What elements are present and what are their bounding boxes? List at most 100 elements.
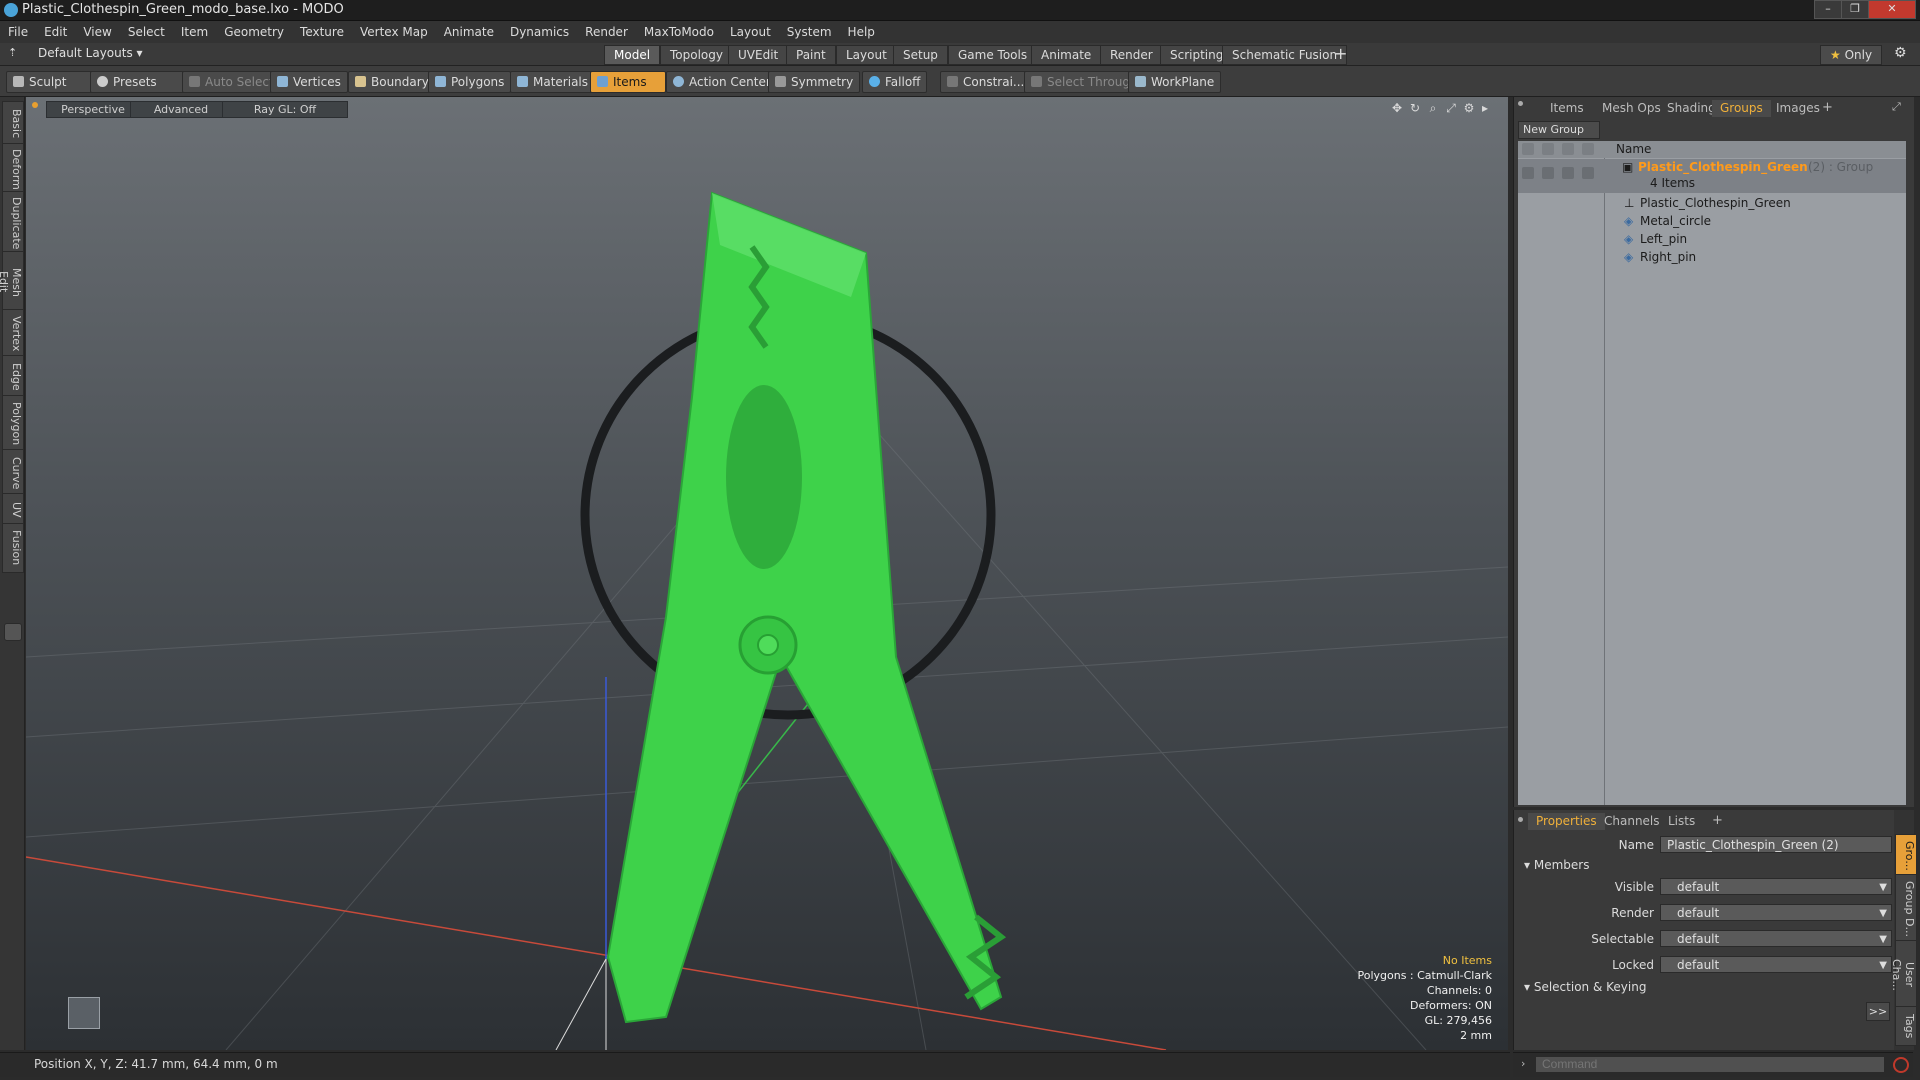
workplane-button[interactable]: WorkPlane [1128, 71, 1222, 93]
menu-dynamics[interactable]: Dynamics [502, 21, 577, 43]
menu-select[interactable]: Select [120, 21, 173, 43]
gear-icon[interactable]: ⚙ [1894, 45, 1907, 61]
group-render-toggle[interactable] [1542, 167, 1554, 179]
tab-setup[interactable]: Setup [893, 45, 948, 65]
side-tab-user-channels[interactable]: User Cha... [1890, 940, 1917, 1010]
tab-groups[interactable]: Groups [1712, 100, 1771, 117]
vtab-curve[interactable]: Curve [2, 449, 24, 497]
add-tab-icon[interactable]: + [1334, 44, 1347, 63]
menu-view[interactable]: View [75, 21, 119, 43]
render-dropdown[interactable]: default ▼ [1660, 904, 1892, 921]
tab-animate[interactable]: Animate [1031, 45, 1102, 65]
layout-collapse-icon[interactable]: ⇡ [8, 46, 17, 59]
visible-dropdown[interactable]: default ▼ [1660, 878, 1892, 895]
vtab-basic[interactable]: Basic [2, 101, 24, 147]
locked-dropdown[interactable]: default ▼ [1660, 956, 1892, 973]
menu-system[interactable]: System [779, 21, 840, 43]
palette-toggle-button[interactable] [4, 623, 22, 641]
selectable-dropdown[interactable]: default ▼ [1660, 930, 1892, 947]
3d-viewport[interactable]: Perspective Advanced Ray GL: Off ✥ ↻ ⌕ ⤢… [26, 97, 1508, 1050]
action-center-button[interactable]: Action Center [666, 71, 778, 93]
group-visible-toggle[interactable] [1522, 167, 1534, 179]
selection-keying-section[interactable]: ▾ Selection & Keying [1524, 980, 1646, 994]
menu-edit[interactable]: Edit [36, 21, 75, 43]
tree-item-plastic-clothespin[interactable]: ⊥ Plastic_Clothespin_Green [1518, 195, 1906, 212]
side-tab-tags[interactable]: Tags [1895, 1006, 1917, 1046]
menu-help[interactable]: Help [840, 21, 883, 43]
vertices-button[interactable]: Vertices [270, 71, 348, 93]
tab-items[interactable]: Items [1542, 100, 1592, 117]
tab-schematic-fusion[interactable]: Schematic Fusion [1222, 45, 1348, 65]
polygons-button[interactable]: Polygons [428, 71, 512, 93]
tab-model[interactable]: Model [604, 45, 661, 65]
menu-vertex-map[interactable]: Vertex Map [352, 21, 436, 43]
menu-item[interactable]: Item [173, 21, 216, 43]
menu-animate[interactable]: Animate [436, 21, 502, 43]
vtab-polygon[interactable]: Polygon [2, 395, 24, 453]
maximize-button[interactable]: ❐ [1841, 0, 1869, 19]
minimize-button[interactable]: – [1814, 0, 1842, 19]
select-through-label: Select Through [1047, 75, 1138, 89]
tab-channels[interactable]: Channels [1596, 813, 1668, 830]
symmetry-button[interactable]: Symmetry [768, 71, 861, 93]
group-select-toggle[interactable] [1582, 167, 1594, 179]
vtab-uv[interactable]: UV [2, 493, 24, 527]
tree-item-left-pin[interactable]: ◈ Left_pin [1518, 231, 1906, 248]
menu-render[interactable]: Render [577, 21, 636, 43]
tab-topology[interactable]: Topology [660, 45, 733, 65]
items-button[interactable]: Items [590, 71, 666, 93]
menu-layout[interactable]: Layout [722, 21, 779, 43]
side-tab-group-display[interactable]: Group D... [1895, 874, 1917, 944]
side-tab-group[interactable]: Gro... [1895, 834, 1917, 878]
select-through-button[interactable]: Select Through [1024, 71, 1145, 93]
tab-game-tools[interactable]: Game Tools [948, 45, 1038, 65]
presets-button[interactable]: Presets [90, 71, 184, 93]
tab-render[interactable]: Render [1100, 45, 1163, 65]
tab-paint[interactable]: Paint [786, 45, 836, 65]
properties-panel: Properties Channels Lists + Name Plastic… [1513, 810, 1917, 1050]
menu-file[interactable]: File [0, 21, 36, 43]
vtab-duplicate[interactable]: Duplicate [2, 191, 24, 255]
command-input[interactable] [1535, 1056, 1885, 1073]
auto-select-button[interactable]: Auto Select [182, 71, 281, 93]
layout-preset-dropdown[interactable]: Default Layouts ▾ [38, 46, 143, 60]
panel-expand-icon[interactable]: ⤢ [1892, 100, 1901, 114]
group-row[interactable]: ▣ Plastic_Clothespin_Green (2) : Group 4… [1518, 159, 1906, 193]
members-section[interactable]: ▾ Members [1524, 858, 1589, 872]
tab-properties[interactable]: Properties [1528, 813, 1605, 830]
clothespin-model[interactable] [606, 191, 1007, 1024]
groups-panel: Items Mesh Ops Shading Groups Images + ⤢… [1513, 97, 1914, 807]
chevron-down-icon: ▼ [1879, 882, 1887, 893]
menu-geometry[interactable]: Geometry [216, 21, 292, 43]
vtab-deform[interactable]: Deform [2, 143, 24, 195]
sculpt-button[interactable]: Sculpt [6, 71, 100, 93]
tab-lists[interactable]: Lists [1660, 813, 1703, 830]
tab-images[interactable]: Images [1768, 100, 1828, 117]
vtab-vertex[interactable]: Vertex [2, 309, 24, 359]
add-panel-tab-icon[interactable]: + [1822, 100, 1833, 115]
tab-uvedit[interactable]: UVEdit [728, 45, 789, 65]
name-field[interactable]: Plastic_Clothespin_Green (2) [1660, 836, 1892, 853]
close-button[interactable]: ✕ [1868, 0, 1916, 19]
menu-texture[interactable]: Texture [292, 21, 352, 43]
new-group-button[interactable]: New Group [1518, 121, 1600, 139]
boundary-button[interactable]: Boundary [348, 71, 436, 93]
vtab-mesh-edit[interactable]: Mesh Edit [0, 251, 24, 313]
expand-more-button[interactable]: >> [1866, 1002, 1890, 1021]
add-properties-tab-icon[interactable]: + [1712, 813, 1723, 828]
tree-item-metal-circle[interactable]: ◈ Metal_circle [1518, 213, 1906, 230]
menu-maxtomodo[interactable]: MaxToModo [636, 21, 722, 43]
vtab-edge[interactable]: Edge [2, 355, 24, 399]
panel-menu-icon[interactable] [1518, 101, 1523, 106]
tab-mesh-ops[interactable]: Mesh Ops [1594, 100, 1669, 117]
properties-menu-icon[interactable] [1518, 817, 1523, 822]
constrain-button[interactable]: Constrai... [940, 71, 1032, 93]
tree-item-right-pin[interactable]: ◈ Right_pin [1518, 249, 1906, 266]
tab-layout[interactable]: Layout [836, 45, 897, 65]
only-toggle[interactable]: ★ Only [1820, 45, 1883, 65]
falloff-button[interactable]: Falloff [862, 71, 928, 93]
group-lock-toggle[interactable] [1562, 167, 1574, 179]
command-history-icon[interactable] [1893, 1057, 1909, 1073]
materials-button[interactable]: Materials [510, 71, 596, 93]
vtab-fusion[interactable]: Fusion [2, 523, 24, 573]
